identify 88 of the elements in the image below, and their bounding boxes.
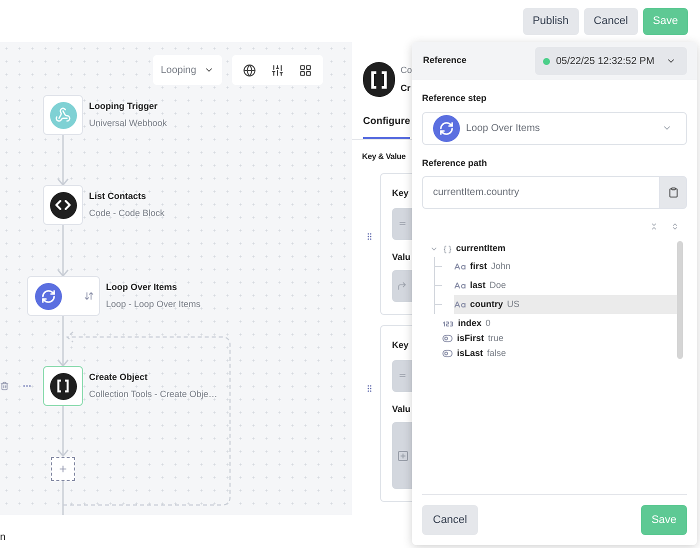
popover-title: Reference [423, 54, 467, 68]
tree-row[interactable]: last Doe [454, 276, 677, 295]
equals-icon [398, 371, 407, 380]
view-select[interactable]: Looping [153, 55, 222, 85]
field-value: John [491, 260, 511, 273]
field-value: 0 [486, 316, 491, 330]
field-label: Reference step [422, 92, 488, 105]
field-value: US [507, 298, 520, 311]
footer-text: n [0, 531, 6, 545]
tree-row[interactable]: country US [454, 295, 677, 314]
field-value: true [488, 332, 504, 345]
toggle-icon [442, 348, 453, 359]
connector-line [62, 481, 64, 515]
field-key: country [470, 298, 504, 312]
key-label: Key [392, 339, 410, 352]
tree-row[interactable]: currentItem [443, 240, 506, 258]
text-type-icon [454, 298, 466, 310]
node-subtitle: Collection Tools - Create Obje… [89, 388, 218, 401]
value-input[interactable] [392, 422, 412, 489]
braces-icon [443, 244, 452, 254]
field-key: currentItem [456, 242, 506, 256]
field-label: Reference path [422, 156, 488, 170]
path-input[interactable]: currentItem.country [422, 176, 659, 209]
collapse-all-icon[interactable] [650, 222, 658, 231]
brackets-icon [50, 372, 76, 400]
node-subtitle: Code - Code Block [89, 206, 165, 220]
key-label: Key [392, 187, 410, 200]
field-value: false [487, 346, 506, 360]
trash-icon[interactable] [0, 381, 9, 391]
brackets-icon [363, 62, 396, 97]
loop-icon [35, 282, 62, 310]
section-label: Key & Value [362, 151, 406, 163]
connector-arrow [57, 316, 69, 368]
expand-all-icon[interactable] [671, 222, 679, 231]
connector-arrow [57, 135, 69, 186]
step-node[interactable] [43, 185, 83, 225]
toggle-icon [442, 333, 453, 344]
field-key: index [458, 316, 482, 330]
connector-arrow [57, 406, 69, 458]
reference-arrow-icon [397, 281, 407, 291]
node-title: Create Object [89, 371, 149, 384]
value-label: Valu [392, 402, 412, 416]
field-key: last [470, 278, 486, 292]
field-key: isLast [457, 346, 484, 360]
node-subtitle: Loop - Loop Over Items [106, 298, 201, 311]
node-subtitle: Universal Webhook [89, 116, 167, 130]
sliders-icon[interactable] [270, 64, 284, 76]
node-title: Looping Trigger [89, 100, 158, 113]
clipboard-icon [668, 187, 678, 198]
node-title: Loop Over Items [106, 281, 178, 294]
add-step-button[interactable] [51, 457, 75, 481]
field-value: Doe [490, 278, 506, 292]
step-type: Co [400, 64, 412, 77]
configure-tab[interactable]: Configure [363, 114, 410, 139]
step-select[interactable]: Loop Over Items [422, 112, 687, 144]
step-node[interactable] [27, 276, 100, 316]
scrollbar[interactable] [677, 241, 683, 359]
field-key: first [470, 260, 488, 274]
equals-icon [398, 219, 407, 228]
insert-icon [397, 450, 409, 462]
webhook-icon [50, 102, 76, 128]
step-node[interactable] [43, 95, 83, 135]
node-title: List Contacts [89, 190, 148, 203]
key-input[interactable] [392, 360, 412, 392]
step-node[interactable] [43, 366, 83, 406]
value-label: Valu [392, 250, 412, 264]
secondary-button[interactable]: Publish [522, 8, 579, 34]
secondary-button[interactable]: Cancel [422, 505, 478, 535]
reorder-icon[interactable] [84, 291, 94, 301]
drag-handle-icon[interactable] [365, 383, 374, 394]
expand-toggle-icon[interactable] [430, 245, 438, 253]
run-select[interactable]: 05/22/25 12:32:52 PM [535, 47, 687, 75]
clipboard-button[interactable] [659, 176, 687, 209]
code-icon [50, 192, 76, 218]
loop-icon [433, 114, 460, 142]
drag-handle-icon[interactable] [365, 231, 374, 242]
grid-icon[interactable] [298, 64, 312, 76]
globe-icon[interactable] [243, 64, 256, 76]
step-name: Cr [400, 82, 412, 94]
connector-arrow [57, 225, 69, 278]
secondary-button[interactable]: Cancel [584, 8, 638, 34]
text-type-icon [454, 280, 466, 292]
text-type-icon [454, 260, 466, 272]
field-key: isFirst [457, 332, 484, 346]
plus-icon [58, 464, 68, 474]
value-input[interactable] [392, 270, 412, 302]
key-input[interactable] [392, 208, 412, 240]
tree-row[interactable]: first John [454, 257, 677, 276]
